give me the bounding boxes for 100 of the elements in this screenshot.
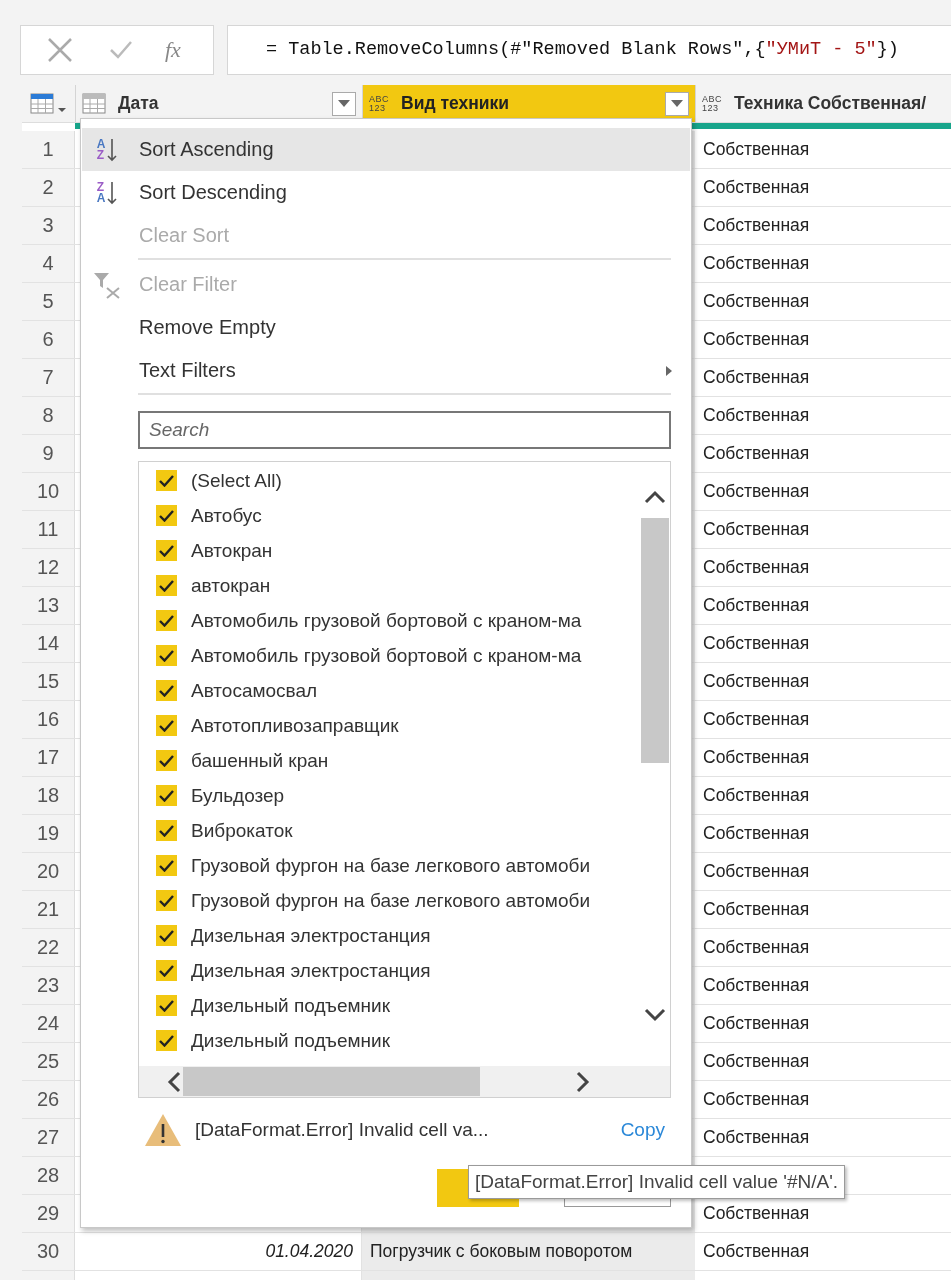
checkbox-label[interactable]: Грузовой фургон на базе легкового автомоби (191, 854, 590, 877)
checkbox-label[interactable]: Автобус (191, 504, 262, 527)
checkbox[interactable] (156, 785, 177, 806)
table-cell-text: Собственная (702, 1012, 811, 1035)
row-number: 10 (22, 473, 75, 510)
checkbox[interactable] (156, 610, 177, 631)
filter-button[interactable] (665, 91, 689, 116)
checkbox[interactable] (156, 995, 177, 1016)
checkbox[interactable] (156, 820, 177, 841)
calendar-icon (82, 92, 106, 115)
checkbox-label[interactable]: Дизельная электростанция (191, 959, 431, 982)
table-cell-text: Собственная (702, 176, 811, 199)
filter-button[interactable] (332, 91, 356, 116)
column-header[interactable]: ABC 123 Техника Собственная/ (695, 85, 951, 122)
row-number: 14 (22, 625, 75, 662)
checkbox-label[interactable]: Автокран (191, 539, 273, 562)
search-field[interactable]: Search (138, 411, 671, 449)
checkbox-label[interactable]: Автосамосвал (191, 679, 318, 702)
error-message: [DataFormat.Error] Invalid cell va... (195, 1119, 489, 1141)
warning-icon (144, 1113, 182, 1147)
scroll-down-icon[interactable] (644, 1008, 666, 1022)
table-cell: Погрузчик с боковым поворотом (362, 1233, 695, 1270)
checkbox-label[interactable]: (Select All) (191, 469, 282, 492)
row-number: 12 (22, 549, 75, 586)
dropdown-arrow-icon (671, 99, 683, 108)
table-cell-text: Собственная (702, 746, 811, 769)
copy-link[interactable]: Copy (620, 1119, 665, 1141)
menu-item[interactable]: Z A Sort Descending (82, 171, 690, 214)
row-number: 26 (22, 1081, 75, 1118)
table-cell-text: Собственная (702, 974, 811, 997)
table-cell-text: Собственная (702, 442, 811, 465)
row-number: 21 (22, 891, 75, 928)
table-cell-text: Собственная (702, 252, 811, 275)
checkbox-label[interactable]: башенный кран (191, 749, 329, 772)
checkbox[interactable] (156, 750, 177, 771)
row-number: 28 (22, 1157, 75, 1194)
submenu-arrow-icon (666, 365, 672, 376)
row-number: 27 (22, 1119, 75, 1156)
checkbox-label[interactable]: Грузовой фургон на базе легкового автомоби (191, 889, 590, 912)
table-cell-text: Собственная (702, 784, 811, 807)
checkbox[interactable] (156, 540, 177, 561)
row-number: 22 (22, 929, 75, 966)
table-cell-text: Собственная (702, 366, 811, 389)
menu-item[interactable]: Text Filters (82, 349, 690, 392)
row-number: 7 (22, 359, 75, 396)
scroll-right-icon[interactable] (576, 1070, 590, 1093)
checkbox[interactable] (156, 855, 177, 876)
menu-item[interactable]: A Z Sort Ascending (82, 128, 690, 171)
checkbox-label[interactable]: автокран (191, 574, 271, 597)
checkbox-label[interactable]: Дизельный подъемник (191, 1029, 390, 1052)
checkbox[interactable] (156, 890, 177, 911)
checkbox[interactable] (156, 645, 177, 666)
row-number: 2 (22, 169, 75, 206)
row-number: 4 (22, 245, 75, 282)
scroll-left-icon[interactable] (167, 1070, 181, 1093)
row-number: 30 (22, 1233, 75, 1270)
fx-button[interactable]: fx (165, 37, 181, 63)
table-cell-text: Собственная (702, 328, 811, 351)
checkbox-label[interactable]: Автомобиль грузовой бортовой с краном-ма (191, 644, 582, 667)
horizontal-scrollbar[interactable] (139, 1066, 670, 1097)
table-cell-text: Собственная (702, 670, 811, 693)
table-cell-text: Собственная (702, 556, 811, 579)
scroll-up-icon[interactable] (644, 490, 666, 504)
table-menu-icon[interactable] (29, 92, 68, 115)
checkbox-label[interactable]: Виброкаток (191, 819, 293, 842)
type-icon: ABC 123 (702, 94, 722, 113)
check-icon[interactable] (109, 40, 133, 60)
dropdown-arrow-icon (338, 99, 350, 108)
row-number: 9 (22, 435, 75, 472)
table-cell-text: Собственная (702, 1126, 811, 1149)
row-number: 17 (22, 739, 75, 776)
table-cell-text: Собственная (702, 1050, 811, 1073)
row-number: 20 (22, 853, 75, 890)
checkbox-label[interactable]: Автомобиль грузовой бортовой с краном-ма (191, 609, 582, 632)
checkbox-label[interactable]: Бульдозер (191, 784, 285, 807)
checkbox[interactable] (156, 575, 177, 596)
formula-field[interactable]: = Table.RemoveColumns(#"Removed Blank Rows",{"УМиТ - 5"}) (227, 25, 951, 75)
menu-item[interactable]: Remove Empty (82, 306, 690, 349)
checkbox-label[interactable]: Дизельный подъемник (191, 994, 390, 1017)
table-cell-text: Собственная (702, 290, 811, 313)
checkbox-label[interactable]: Дизельная электростанция (191, 924, 431, 947)
checkbox[interactable] (156, 470, 177, 491)
checkbox[interactable] (156, 960, 177, 981)
checkbox[interactable] (156, 680, 177, 701)
checkbox-label[interactable]: Автотопливозаправщик (191, 714, 399, 737)
table-cell-text: Собственная (702, 898, 811, 921)
checkbox[interactable] (156, 1030, 177, 1051)
type-icon: ABC 123 (369, 94, 389, 113)
tooltip: [DataFormat.Error] Invalid cell value '#N/A'. (468, 1165, 846, 1199)
checkbox[interactable] (156, 925, 177, 946)
row-number: 25 (22, 1043, 75, 1080)
row-number: 1 (22, 131, 75, 168)
row-number: 5 (22, 283, 75, 320)
row-number: 6 (22, 321, 75, 358)
table-cell-text: Собственная (702, 632, 811, 655)
checkbox[interactable] (156, 715, 177, 736)
checkbox[interactable] (156, 505, 177, 526)
row-number: 8 (22, 397, 75, 434)
row-number: 19 (22, 815, 75, 852)
table-cell-text: Собственная (702, 594, 811, 617)
